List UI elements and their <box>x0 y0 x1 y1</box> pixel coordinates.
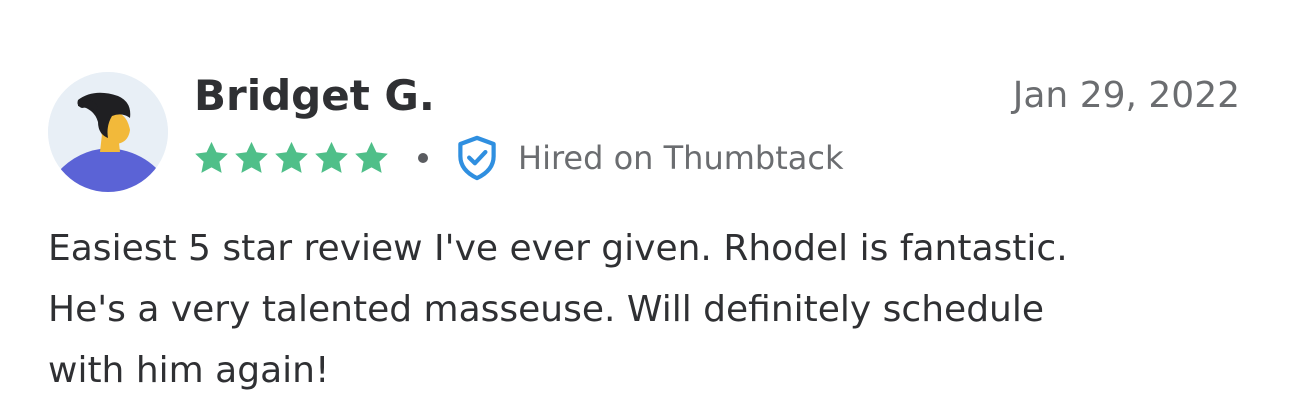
review-text-line: with him again! <box>48 350 330 391</box>
dot-separator <box>418 153 428 163</box>
review-card: Bridget G. Jan 29, 2022 Hired on Thumbta… <box>0 0 1290 418</box>
review-text: Easiest 5 star review I've ever given. R… <box>48 218 1248 401</box>
star-icon <box>275 141 308 173</box>
review-text-line: He's a very talented masseuse. Will defi… <box>48 289 1045 330</box>
star-icon <box>315 141 348 173</box>
star-icon <box>195 141 228 173</box>
reviewer-name: Bridget G. <box>194 71 435 120</box>
review-text-line: Easiest 5 star review I've ever given. R… <box>48 228 1068 269</box>
person-avatar-icon <box>48 72 168 192</box>
review-date: Jan 29, 2022 <box>1012 75 1240 116</box>
review-meta-row: Hired on Thumbtack <box>192 134 843 182</box>
star-icon <box>355 141 388 173</box>
hired-on-thumbtack-label: Hired on Thumbtack <box>518 139 844 177</box>
star-icon <box>235 141 268 173</box>
star-rating <box>192 139 392 177</box>
avatar <box>48 72 168 192</box>
shield-check-icon <box>458 135 496 181</box>
